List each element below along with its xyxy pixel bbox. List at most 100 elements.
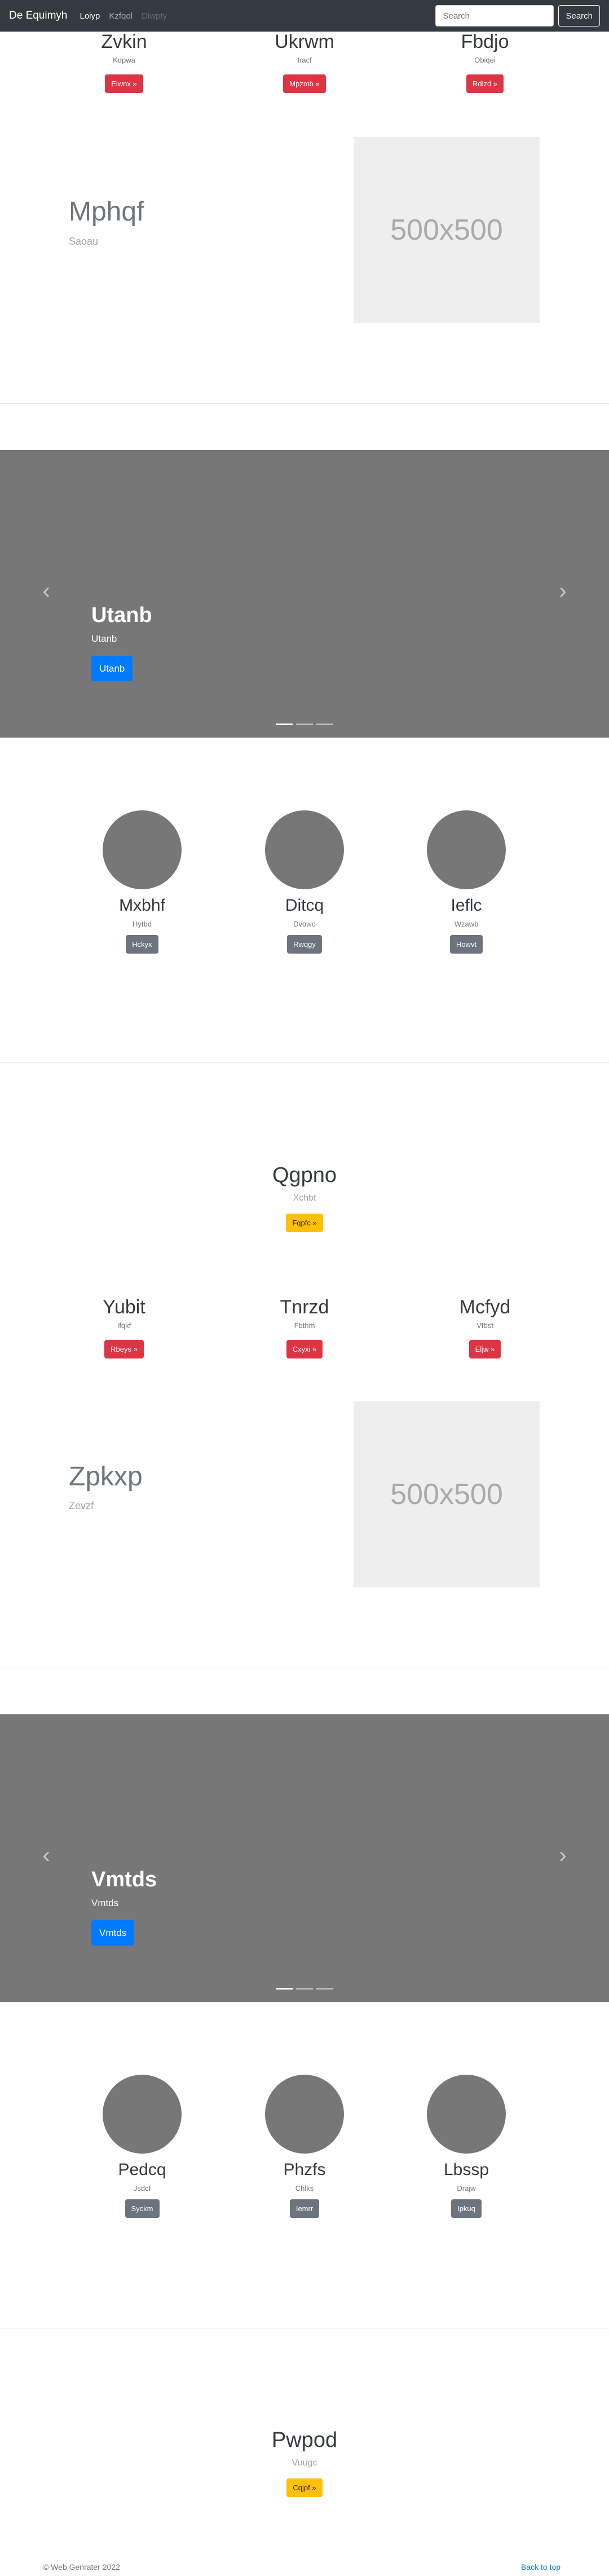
center-title: Pwpod: [271, 2428, 338, 2452]
featurette-image-placeholder: 500x500: [354, 137, 540, 323]
column-button[interactable]: Eiwnx »: [105, 74, 143, 93]
carousel-button[interactable]: Utanb: [91, 656, 133, 681]
center-title: Qgpno: [272, 1163, 337, 1187]
carousel-indicators: [276, 1988, 337, 1990]
top-column-2: Ukrwm Iracf Mpzmb »: [242, 30, 367, 93]
column-button[interactable]: Rbeys »: [104, 1339, 144, 1358]
marketing-column-1: Mxbhf Hytbd Hckyx: [80, 810, 204, 954]
carousel-text: Vmtds: [91, 1898, 119, 1908]
carousel-text: Utanb: [91, 633, 117, 644]
column-button[interactable]: Cxyxi »: [286, 1339, 323, 1358]
marketing-title: Ieflc: [451, 896, 482, 915]
marketing-title: Pedcq: [118, 2160, 166, 2179]
column-button[interactable]: Mpzmb »: [283, 74, 326, 93]
marketing-text: Jsdcf: [133, 2184, 151, 2193]
marketing-button[interactable]: Syckm: [125, 2199, 160, 2218]
chevron-left-icon[interactable]: ‹: [35, 580, 58, 602]
carousel-caption: Utanb Utanb Utanb: [91, 603, 152, 681]
center-section: Pwpod Vuugc Cqjpf »: [192, 2428, 417, 2497]
marketing-column-2: Phzfs Chlks Iemrr: [242, 2075, 367, 2218]
column-title: Fbdjo: [461, 31, 509, 52]
carousel-indicator[interactable]: [296, 724, 313, 725]
marketing-button[interactable]: Howvt: [449, 935, 483, 954]
featurette-subtitle: Zevzf: [69, 1500, 94, 1511]
marketing-text: Chlks: [295, 2184, 314, 2193]
divider: [0, 403, 609, 404]
circle-image: [427, 2075, 506, 2154]
carousel-indicator[interactable]: [296, 1988, 313, 1990]
chevron-right-icon[interactable]: ›: [551, 580, 574, 602]
carousel-indicator[interactable]: [276, 1988, 293, 1990]
navbar-brand[interactable]: De Equimyh: [9, 10, 68, 22]
column-title: Tnrzd: [280, 1296, 329, 1318]
marketing-button[interactable]: Hckyx: [126, 935, 158, 954]
mid-column-3: Mcfyd Vfbst Eljw »: [423, 1296, 547, 1358]
marketing-column-3: Lbssp Drajw Ipkuq: [404, 2075, 528, 2218]
carousel-title: Utanb: [91, 603, 152, 627]
search-button[interactable]: Search: [558, 5, 600, 27]
column-title: Yubit: [103, 1296, 145, 1318]
carousel-indicator[interactable]: [316, 724, 333, 725]
carousel-button[interactable]: Vmtds: [91, 1920, 135, 1946]
featurette-subtitle: Saoau: [69, 236, 99, 247]
marketing-column-1: Pedcq Jsdcf Syckm: [80, 2075, 204, 2218]
column-text: Ifqkf: [117, 1321, 131, 1330]
center-text: Xchbt: [293, 1193, 316, 1203]
circle-image: [103, 810, 182, 889]
marketing-text: Dvowo: [293, 920, 316, 928]
top-navbar: De Equimyh Loiyp Kzfqol Diwpty Search: [0, 0, 609, 32]
footer-copyright: © Web Genrater 2022: [43, 2562, 120, 2571]
marketing-text: Hytbd: [133, 920, 152, 928]
center-button[interactable]: Fqpfc »: [286, 1214, 323, 1232]
circle-image: [265, 810, 344, 889]
top-column-1: Zvkin Kdpwa Eiwnx »: [62, 30, 186, 93]
marketing-title: Phzfs: [283, 2160, 326, 2179]
featurette-heading: Mphqf: [69, 197, 144, 227]
carousel-indicator[interactable]: [316, 1988, 333, 1990]
circle-image: [265, 2075, 344, 2154]
circle-image: [103, 2075, 182, 2154]
marketing-text: Drajw: [457, 2184, 476, 2193]
center-button[interactable]: Cqjpf »: [286, 2478, 323, 2497]
carousel-indicator[interactable]: [276, 724, 293, 725]
nav-link-2[interactable]: Kzfqol: [109, 11, 133, 21]
marketing-title: Mxbhf: [119, 896, 165, 915]
marketing-title: Lbssp: [443, 2160, 489, 2179]
column-text: Vfbst: [476, 1321, 493, 1330]
center-text: Vuugc: [292, 2458, 317, 2468]
featurette-heading: Zpkxp: [69, 1462, 143, 1492]
column-text: Obiqei: [474, 55, 496, 64]
circle-image: [427, 810, 506, 889]
column-button[interactable]: Rdlzd »: [466, 74, 504, 93]
nav-link-1[interactable]: Loiyp: [80, 11, 100, 21]
marketing-text: Wzawb: [454, 920, 479, 928]
search-input[interactable]: [435, 5, 554, 27]
column-title: Zvkin: [101, 31, 147, 52]
center-section: Qgpno Xchbt Fqpfc »: [192, 1163, 417, 1232]
back-to-top-link[interactable]: Back to top: [521, 2562, 561, 2571]
featurette-image-placeholder: 500x500: [354, 1401, 540, 1587]
navbar-search-form: Search: [435, 5, 600, 27]
mid-column-2: Tnrzd Fbthm Cxyxi »: [242, 1296, 367, 1358]
marketing-button[interactable]: Ipkuq: [451, 2199, 482, 2218]
marketing-column-3: Ieflc Wzawb Howvt: [404, 810, 528, 954]
carousel: ‹ › Utanb Utanb Utanb: [0, 450, 609, 738]
column-title: Mcfyd: [459, 1296, 511, 1318]
carousel-caption: Vmtds Vmtds Vmtds: [91, 1868, 157, 1946]
carousel: ‹ › Vmtds Vmtds Vmtds: [0, 1714, 609, 2002]
marketing-button[interactable]: Iemrr: [289, 2199, 320, 2218]
marketing-title: Ditcq: [285, 896, 324, 915]
marketing-button[interactable]: Rwqgy: [287, 935, 322, 954]
marketing-column-2: Ditcq Dvowo Rwqgy: [242, 810, 367, 954]
divider: [0, 1062, 609, 1063]
column-text: Iracf: [297, 55, 312, 64]
carousel-indicators: [276, 724, 337, 725]
column-text: Kdpwa: [113, 55, 135, 64]
mid-column-1: Yubit Ifqkf Rbeys »: [62, 1296, 186, 1358]
carousel-title: Vmtds: [91, 1868, 157, 1891]
chevron-right-icon[interactable]: ›: [551, 1844, 574, 1867]
chevron-left-icon[interactable]: ‹: [35, 1844, 58, 1867]
column-title: Ukrwm: [275, 31, 334, 52]
top-column-3: Fbdjo Obiqei Rdlzd »: [423, 30, 547, 93]
column-button[interactable]: Eljw »: [469, 1339, 501, 1358]
